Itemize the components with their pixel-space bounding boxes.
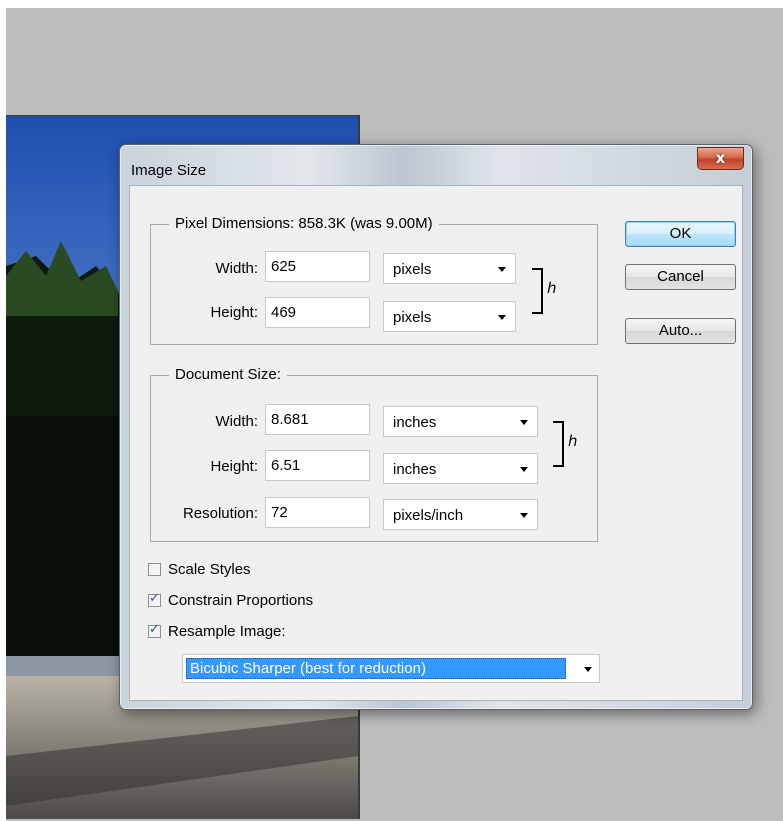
doc-height-input[interactable]: 6.51 [265, 450, 370, 481]
pixel-width-input[interactable]: 625 [265, 251, 370, 282]
chevron-down-icon [498, 315, 506, 320]
resample-image-checkbox[interactable]: ✓ [148, 622, 161, 638]
checkmark-icon: ✓ [149, 591, 160, 606]
cancel-button[interactable]: Cancel [625, 264, 736, 290]
pixel-height-label: Height: [210, 304, 258, 321]
doc-width-unit-select[interactable]: inches [383, 406, 538, 437]
resolution-input[interactable]: 72 [265, 497, 370, 528]
chevron-down-icon [584, 667, 592, 672]
dialog-titlebar[interactable]: Image Size x [120, 145, 752, 185]
pixel-dimensions-group: Pixel Dimensions: 858.3K (was 9.00M) [150, 215, 598, 345]
doc-height-label: Height: [210, 458, 258, 475]
chevron-down-icon [498, 267, 506, 272]
doc-constrain-bracket [553, 421, 564, 467]
resample-method-select[interactable]: Bicubic Sharper (best for reduction) [182, 654, 600, 683]
checkmark-icon: ✓ [149, 622, 160, 637]
chain-link-icon: ℎ [568, 432, 578, 450]
auto-button[interactable]: Auto... [625, 318, 736, 344]
chevron-down-icon [520, 420, 528, 425]
resample-method-selected: Bicubic Sharper (best for reduction) [186, 658, 566, 679]
resolution-label: Resolution: [182, 505, 258, 522]
chevron-down-icon [520, 513, 528, 518]
document-size-legend: Document Size: [169, 366, 287, 383]
pixel-dimensions-legend: Pixel Dimensions: 858.3K (was 9.00M) [169, 215, 439, 232]
doc-height-unit-select[interactable]: inches [383, 453, 538, 484]
scale-styles-label: Scale Styles [168, 561, 251, 578]
chain-link-icon: ℎ [547, 279, 557, 297]
pixel-width-label: Width: [215, 260, 258, 277]
chevron-down-icon [520, 467, 528, 472]
resolution-unit-select[interactable]: pixels/inch [383, 499, 538, 530]
dialog-title: Image Size [131, 162, 207, 179]
pixel-height-unit-select[interactable]: pixels [383, 301, 516, 332]
constrain-proportions-checkbox[interactable]: ✓ [148, 591, 161, 607]
pixel-constrain-bracket [532, 268, 543, 314]
constrain-proportions-label: Constrain Proportions [168, 592, 314, 609]
close-button[interactable]: x [697, 147, 744, 170]
pixel-height-input[interactable]: 469 [265, 297, 370, 328]
ok-button[interactable]: OK [625, 221, 736, 247]
doc-width-label: Width: [215, 413, 258, 430]
resample-image-label: Resample Image: [168, 623, 286, 640]
pixel-size-info: 858.3K (was 9.00M) [298, 215, 433, 232]
pixel-width-unit-select[interactable]: pixels [383, 253, 516, 284]
doc-width-input[interactable]: 8.681 [265, 404, 370, 435]
close-icon: x [715, 149, 726, 167]
scale-styles-checkbox[interactable] [148, 563, 161, 576]
